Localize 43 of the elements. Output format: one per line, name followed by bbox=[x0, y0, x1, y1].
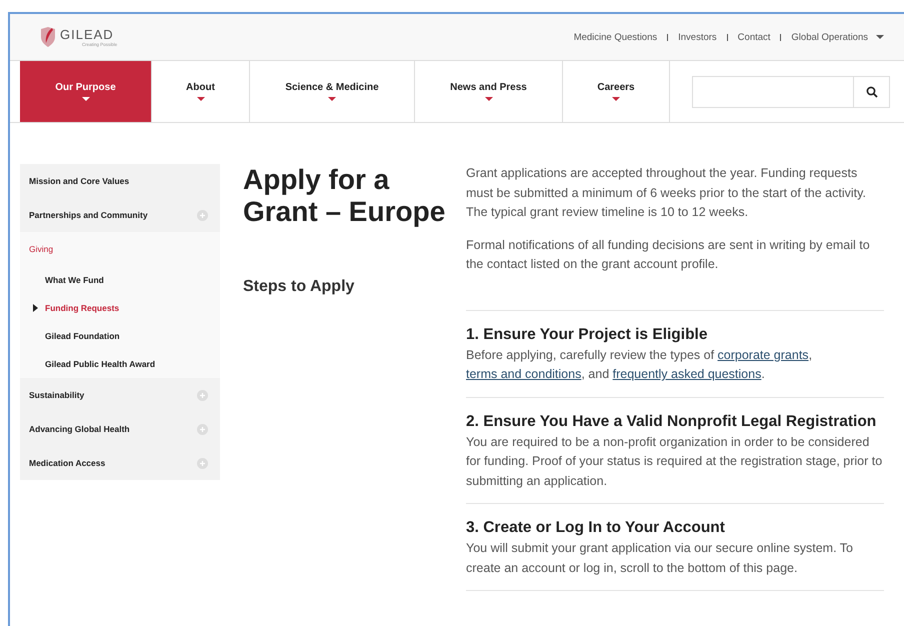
step-heading: 2. Ensure You Have a Valid Nonprofit Legal Registration bbox=[466, 412, 878, 430]
sidebar-item[interactable]: Giving bbox=[20, 232, 220, 266]
pointer-icon bbox=[33, 304, 38, 312]
caret-icon bbox=[484, 97, 492, 101]
sidebar-subitem[interactable]: Gilead Foundation bbox=[20, 322, 220, 350]
expand-icon[interactable] bbox=[197, 390, 208, 400]
utility-link[interactable]: Global Operations bbox=[791, 32, 884, 42]
sidebar-item[interactable]: Medication Access bbox=[20, 446, 220, 480]
page-title: Apply for a Grant – Europe bbox=[243, 164, 446, 228]
logo-wordmark: GILEAD bbox=[60, 27, 115, 42]
sidebar-item[interactable]: Mission and Core Values bbox=[20, 164, 220, 198]
intro-paragraph: Formal notifications of all funding decisions are sent in writing by email to the contact listed on the grant account profile. bbox=[466, 236, 871, 273]
step-heading: 1. Ensure Your Project is Eligible bbox=[466, 324, 708, 344]
step-description: Before applying, carefully review the types of corporate grants, terms and conditions, and frequently asked questions. bbox=[466, 346, 814, 383]
text-link[interactable]: corporate grants bbox=[718, 348, 809, 362]
nav-tab[interactable]: Our Purpose bbox=[20, 61, 152, 122]
caret-icon bbox=[82, 97, 90, 101]
text-link[interactable]: terms and conditions bbox=[466, 367, 582, 381]
intro-paragraph: Grant applications are accepted throughout the year. Funding requests must be submitted a minimum of 6 weeks prior to the start of the activity. The typical grant review timeline is 10 to 12 weeks. bbox=[466, 165, 867, 221]
sidebar-subitem[interactable]: What We Fund bbox=[20, 266, 220, 294]
utility-link[interactable]: Investors bbox=[678, 32, 717, 42]
shield-logo-icon bbox=[40, 27, 56, 47]
expand-icon[interactable] bbox=[197, 210, 208, 220]
sidebar-subitem[interactable]: Funding Requests bbox=[20, 294, 220, 322]
utility-link[interactable]: Medicine Questions bbox=[574, 32, 658, 42]
search-icon bbox=[866, 86, 878, 98]
sidebar-item[interactable]: Partnerships and Community bbox=[20, 198, 220, 232]
caret-icon bbox=[612, 97, 620, 101]
utility-link[interactable]: Contact bbox=[738, 32, 770, 42]
step-heading: 3. Create or Log In to Your Account bbox=[466, 518, 726, 537]
sidebar-item[interactable]: Sustainability bbox=[20, 378, 220, 412]
caret-icon bbox=[196, 97, 204, 101]
expand-icon[interactable] bbox=[197, 424, 208, 434]
step-description: You are required to be a non-profit organization in order to be considered for funding. Proof of your status is required at the registration stage, prior to submitting an application. bbox=[466, 434, 884, 490]
step-description: You will submit your grant application via our secure online system. To create an account or log in, scroll to the bottom of this page. bbox=[466, 540, 854, 577]
expand-icon[interactable] bbox=[197, 458, 208, 468]
text-link[interactable]: frequently asked questions bbox=[612, 367, 762, 381]
sidebar-item[interactable]: Advancing Global Health bbox=[20, 412, 220, 446]
caret-icon bbox=[876, 35, 884, 39]
search-field[interactable] bbox=[692, 76, 890, 108]
caret-icon bbox=[328, 97, 336, 101]
section-title: Steps to Apply bbox=[243, 278, 356, 296]
sidebar-subitem[interactable]: Gilead Public Health Award bbox=[20, 350, 220, 378]
